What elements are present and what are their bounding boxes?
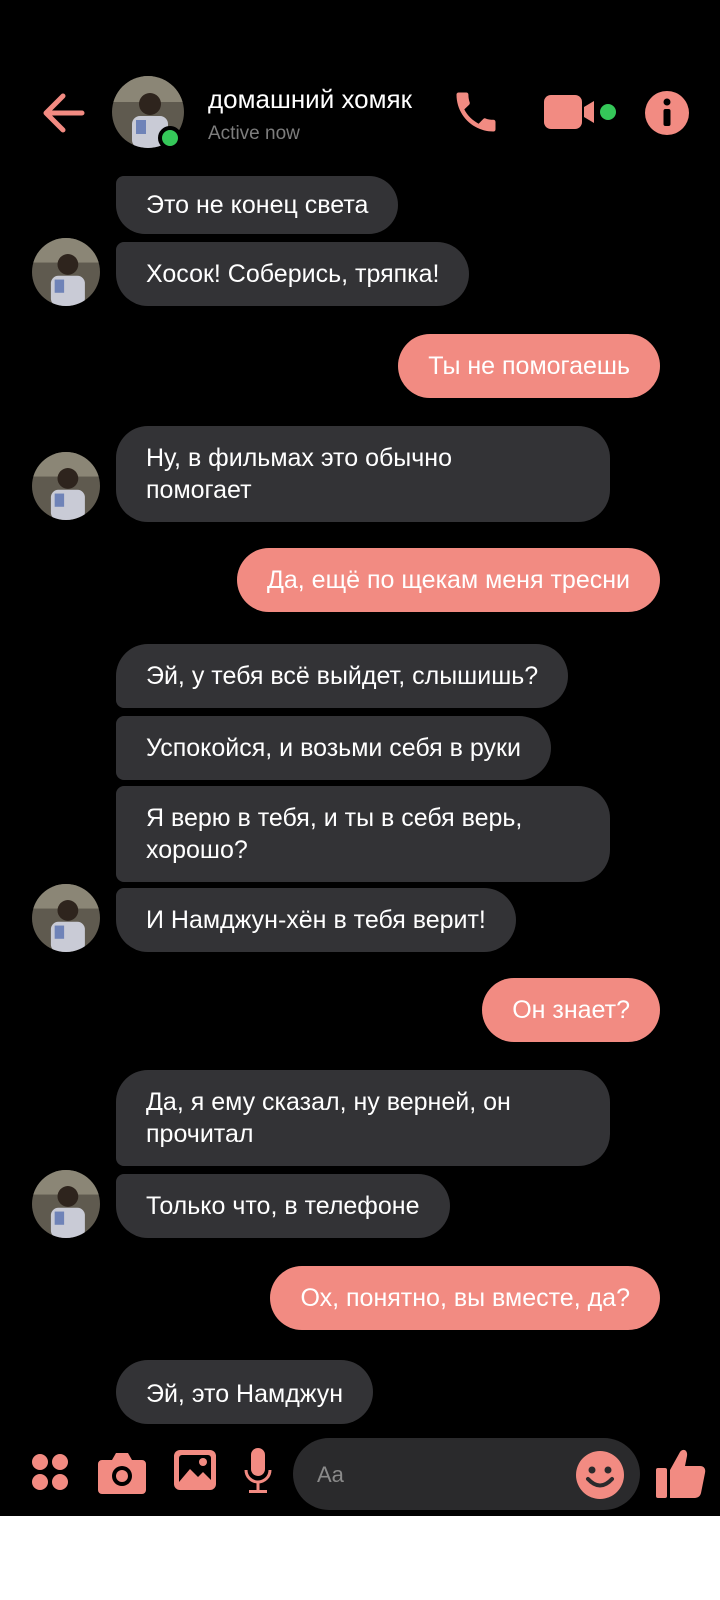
video-camera-icon: [544, 95, 616, 129]
message-bubble[interactable]: Да, я ему сказал, ну верней, он прочитал: [116, 1070, 610, 1166]
smiley-emoji-icon: [576, 1451, 624, 1499]
call-button[interactable]: [450, 86, 502, 138]
message-list[interactable]: Это не конец света Хосок! Соберись, тряп…: [0, 170, 720, 1426]
emoji-button[interactable]: [575, 1450, 625, 1500]
message-bubble[interactable]: Эй, это Намджун: [116, 1360, 374, 1424]
message-bubble[interactable]: Я верю в тебя, и ты в себя верь, хорошо?: [116, 786, 610, 882]
info-icon: [645, 91, 689, 135]
video-call-button[interactable]: [544, 92, 616, 132]
gallery-button[interactable]: [174, 1448, 216, 1492]
contact-status: Active now: [208, 123, 300, 144]
message-bubble[interactable]: Ну, в фильмах это обычно помогает: [116, 426, 610, 522]
microphone-icon: [244, 1448, 272, 1493]
menu-button[interactable]: [30, 1452, 70, 1492]
thumbs-up-icon: [656, 1449, 706, 1498]
message-bubble[interactable]: Ох, понятно, вы вместе, да?: [270, 1266, 660, 1330]
message-bubble[interactable]: Он знает?: [482, 978, 660, 1042]
message-bubble[interactable]: Это не конец света: [116, 176, 399, 234]
message-bubble[interactable]: Ты не помогаешь: [398, 334, 660, 398]
chat-screen: домашний хомяк Active now Это не конец с…: [0, 0, 720, 1516]
camera-button[interactable]: [98, 1450, 146, 1494]
message-input-wrapper[interactable]: [293, 1438, 640, 1510]
sender-avatar: [32, 452, 100, 520]
message-bubble[interactable]: Эй, у тебя всё выйдет, слышишь?: [116, 644, 569, 708]
message-bubble[interactable]: Да, ещё по щекам меня тресни: [236, 548, 660, 612]
phone-icon: [456, 92, 496, 132]
contact-name[interactable]: домашний хомяк: [208, 84, 412, 115]
sender-avatar: [32, 884, 100, 952]
sender-avatar: [32, 1170, 100, 1238]
message-bubble[interactable]: Хосок! Соберись, тряпка!: [116, 242, 470, 306]
chat-header: домашний хомяк Active now: [0, 0, 720, 170]
camera-icon: [98, 1453, 146, 1494]
back-button[interactable]: [38, 88, 88, 138]
voice-button[interactable]: [244, 1448, 272, 1496]
message-bubble[interactable]: И Намджун-хён в тебя верит!: [116, 888, 516, 952]
like-button[interactable]: [656, 1448, 706, 1500]
message-bubble[interactable]: Успокойся, и возьми себя в руки: [116, 716, 551, 780]
message-bubble[interactable]: Только что, в телефоне: [116, 1174, 450, 1238]
four-dots-menu-icon: [32, 1454, 68, 1490]
composer-bar: [0, 1426, 720, 1516]
sender-avatar: [32, 238, 100, 306]
online-indicator: [158, 126, 182, 150]
image-icon: [174, 1450, 216, 1490]
arrow-left-icon: [43, 93, 85, 133]
message-input[interactable]: [315, 1452, 569, 1498]
info-button[interactable]: [644, 90, 690, 136]
